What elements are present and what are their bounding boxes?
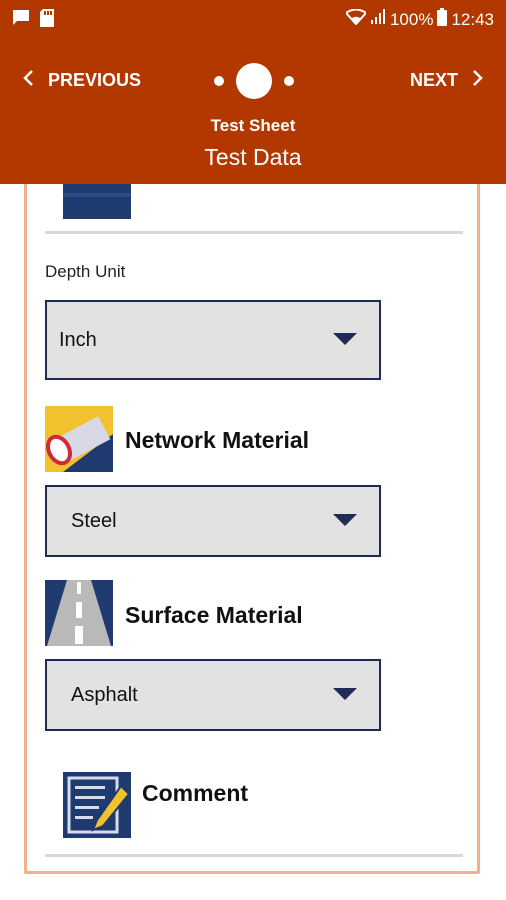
pager-nav: PREVIOUS NEXT <box>0 58 506 102</box>
depth-unit-value: Inch <box>59 328 97 351</box>
surface-material-value: Asphalt <box>71 683 138 706</box>
chevron-left-icon <box>22 69 34 92</box>
depth-unit-select[interactable]: Inch <box>45 300 381 380</box>
page-indicator <box>211 62 297 99</box>
network-material-title: Network Material <box>125 427 310 453</box>
dropdown-arrow-icon <box>333 688 357 700</box>
sd-card-icon <box>40 9 54 32</box>
pipe-icon <box>45 406 113 477</box>
previous-label: PREVIOUS <box>48 69 142 90</box>
road-icon <box>45 580 113 651</box>
page-dot[interactable] <box>284 76 294 86</box>
battery-icon <box>437 8 448 31</box>
comment-icon <box>63 772 131 843</box>
dropdown-arrow-icon <box>333 514 357 526</box>
divider <box>45 854 463 857</box>
page-dot[interactable] <box>214 76 224 86</box>
page-dot-active[interactable] <box>236 63 272 99</box>
network-material-select[interactable]: Steel <box>45 485 381 557</box>
depth-unit-label: Depth Unit <box>45 262 126 281</box>
divider <box>45 231 463 234</box>
network-material-value: Steel <box>71 509 117 532</box>
status-bar: 100% 12:43 <box>0 0 506 36</box>
surface-material-select[interactable]: Asphalt <box>45 659 381 731</box>
next-label: NEXT <box>409 69 458 90</box>
page-title: Test Data <box>204 144 302 170</box>
surface-material-title: Surface Material <box>125 602 303 628</box>
comment-title: Comment <box>142 780 249 806</box>
battery-percent: 100% <box>389 9 434 29</box>
page-subtitle: Test Sheet <box>210 116 296 135</box>
dropdown-arrow-icon <box>333 333 357 345</box>
form-card: Depth Unit Inch Network Material Steel S… <box>24 150 480 874</box>
app-header: 100% 12:43 PREVIOUS NEXT Test Sheet Test… <box>0 0 506 184</box>
next-button[interactable]: NEXT <box>410 58 484 102</box>
chevron-right-icon <box>472 69 484 92</box>
previous-button[interactable]: PREVIOUS <box>22 58 141 102</box>
message-icon <box>12 9 30 32</box>
signal-icon <box>370 9 386 30</box>
clock-time: 12:43 <box>451 9 494 29</box>
wifi-icon <box>344 8 368 30</box>
